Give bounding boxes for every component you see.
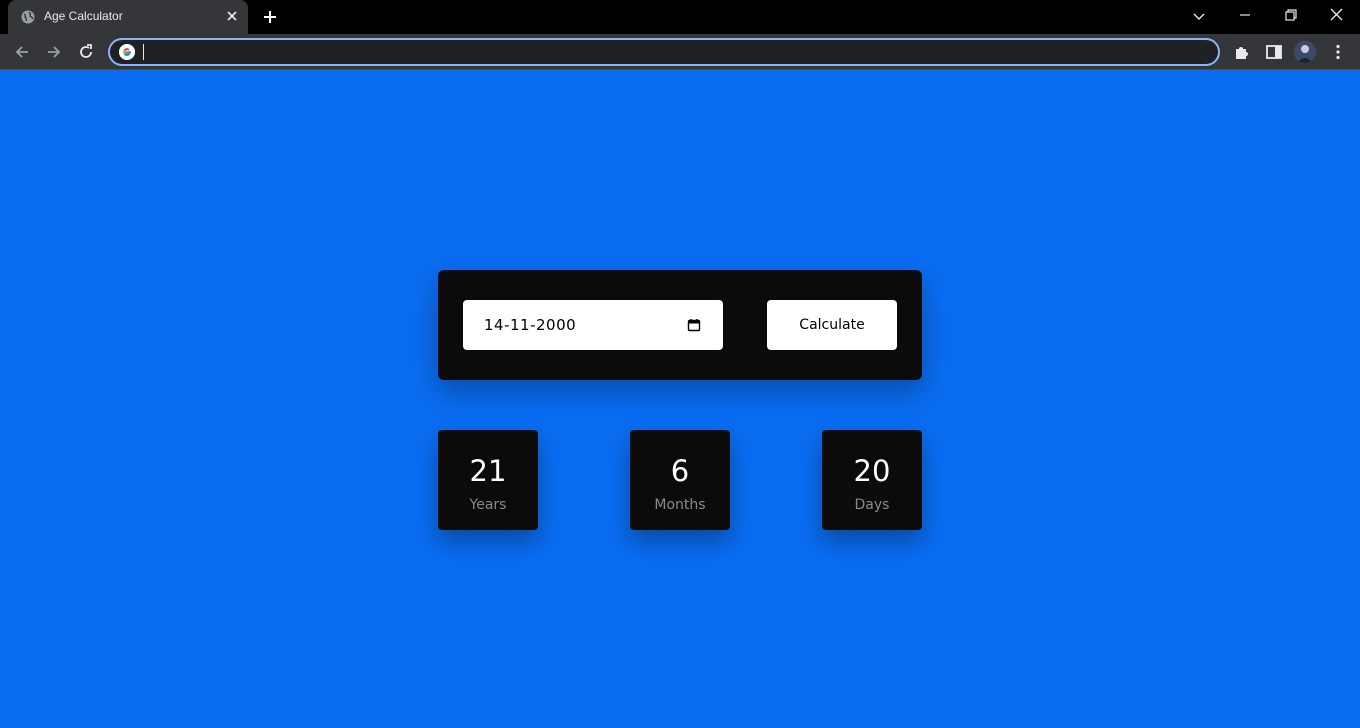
- back-arrow-icon[interactable]: [12, 42, 32, 62]
- address-bar[interactable]: [108, 38, 1220, 66]
- text-caret: [143, 44, 144, 60]
- browser-title-bar: Age Calculator: [0, 0, 1360, 34]
- minimize-icon[interactable]: [1235, 6, 1255, 26]
- tab-title: Age Calculator: [44, 9, 123, 23]
- google-icon: [119, 44, 135, 60]
- days-result-box: 20 Days: [822, 430, 922, 530]
- reload-icon[interactable]: [76, 42, 96, 62]
- months-result-box: 6 Months: [630, 430, 730, 530]
- years-label: Years: [469, 497, 507, 513]
- calculate-button[interactable]: Calculate: [767, 300, 897, 350]
- days-value: 20: [853, 454, 891, 488]
- close-window-icon[interactable]: [1327, 6, 1347, 26]
- forward-arrow-icon[interactable]: [44, 42, 64, 62]
- extensions-puzzle-icon[interactable]: [1232, 42, 1252, 62]
- tab-search-chevron-icon[interactable]: [1189, 6, 1209, 26]
- restore-icon[interactable]: [1281, 6, 1301, 26]
- days-label: Days: [854, 497, 890, 513]
- browser-tab[interactable]: Age Calculator: [8, 0, 248, 34]
- profile-avatar[interactable]: [1294, 41, 1316, 63]
- close-tab-icon[interactable]: [224, 8, 240, 24]
- calculator-card: 14-11-2000 Calculate: [438, 270, 922, 380]
- years-value: 21: [469, 454, 507, 488]
- months-value: 6: [670, 454, 690, 488]
- profile-avatar-icon: [1294, 41, 1316, 63]
- years-result-box: 21 Years: [438, 430, 538, 530]
- date-value: 14-11-2000: [484, 316, 577, 334]
- calendar-icon[interactable]: [687, 318, 701, 332]
- kebab-menu-icon[interactable]: [1328, 42, 1348, 62]
- side-panel-icon[interactable]: [1264, 42, 1284, 62]
- browser-toolbar: [0, 34, 1360, 70]
- globe-icon: [21, 10, 35, 24]
- new-tab-icon[interactable]: [260, 7, 280, 27]
- birth-date-input[interactable]: 14-11-2000: [463, 300, 723, 350]
- months-label: Months: [654, 497, 706, 513]
